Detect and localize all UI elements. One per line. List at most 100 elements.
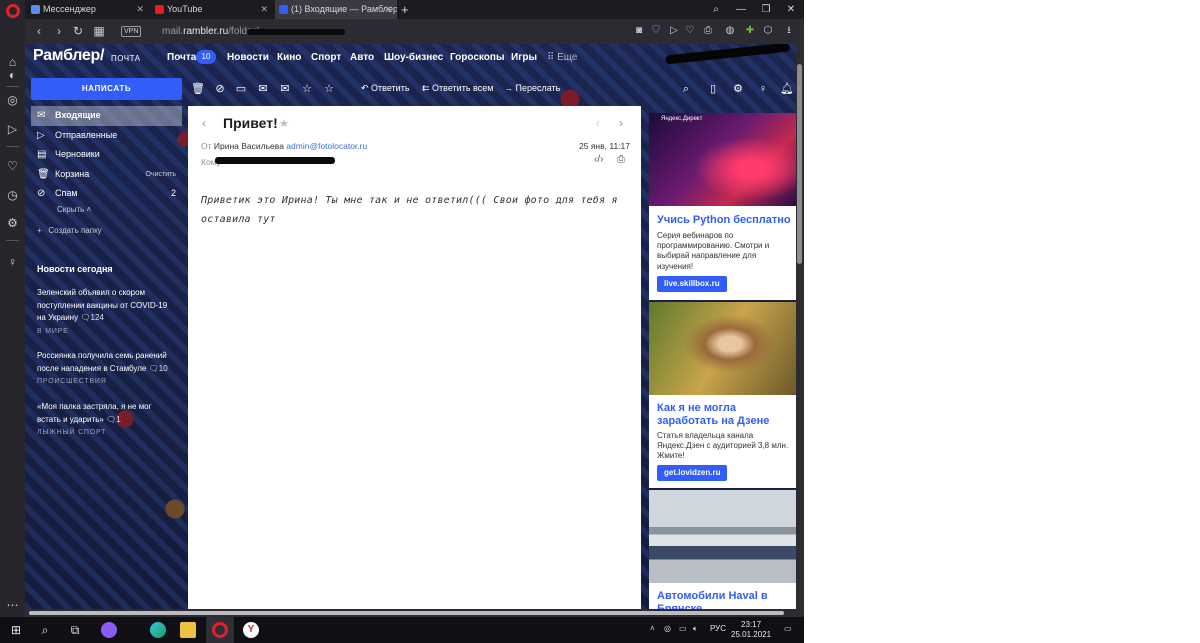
alice-icon[interactable] [101,622,117,638]
nav-auto[interactable]: Авто [350,52,374,63]
folder-drafts[interactable]: ▤ Черновики [31,145,182,165]
mark-read-icon[interactable]: ✉ [256,82,270,96]
reply-all-button[interactable]: ⇇ Ответить всем [422,83,493,94]
back-arrow-icon[interactable]: ‹ [202,116,206,130]
search-icon[interactable]: ⌕ [679,82,693,96]
bulb-icon[interactable]: ♀ [5,255,20,270]
settings-icon[interactable]: ⚙ [5,216,20,231]
compose-button[interactable]: НАПИСАТЬ [31,78,182,100]
shield-icon[interactable]: ⛉ [649,24,663,38]
nav-sport[interactable]: Спорт [311,52,341,63]
reload-icon[interactable]: ↻ [70,19,86,44]
scroll-thumb[interactable] [797,64,802,264]
folder-trash[interactable]: 🗑︎ Корзина Очистить [31,165,182,185]
nav-showbiz[interactable]: Шоу-бизнес [384,52,443,63]
nav-news[interactable]: Новости [227,52,269,63]
star-icon[interactable]: ☆ [300,82,314,96]
news-category[interactable]: ЛЫЖНЫЙ СПОРТ [37,429,106,436]
rambler-logo[interactable]: Рамблер/ [33,47,104,65]
tray-icon[interactable]: ◎ [664,624,671,633]
next-letter-icon[interactable]: › [619,116,623,130]
edge-icon[interactable] [150,622,166,638]
nav-more[interactable]: ⠿ Еще [547,52,577,63]
news-item[interactable]: Зеленский объявил о скором поступлении в… [37,287,175,325]
heart-icon[interactable]: ♡ [683,24,697,38]
nav-mail[interactable]: Почта [167,52,196,63]
sender-name[interactable]: Ирина Васильева [214,141,284,151]
scroll-thumb[interactable] [29,611,784,615]
extensions-icon[interactable]: ⬡ [761,24,775,38]
ad-button[interactable]: live.skillbox.ru [657,276,727,292]
send-icon[interactable]: ▷ [667,24,681,38]
search-icon[interactable]: ⌕ [37,622,53,638]
empty-trash-link[interactable]: Очистить [146,165,176,184]
spam-icon[interactable]: ⊘ [213,82,227,96]
speed-dial-icon[interactable]: ▦ [91,19,107,44]
sender-email[interactable]: admin@fotolocator.ru [286,141,367,151]
vertical-scrollbar[interactable] [796,44,804,609]
nav-games[interactable]: Игры [511,52,537,63]
messenger-icon[interactable]: ◐ [5,68,20,83]
code-icon[interactable]: ‹/› [594,154,603,165]
new-tab-icon[interactable]: + [401,0,409,19]
task-view-icon[interactable]: ⧉ [67,622,83,638]
messenger-side-icon[interactable]: ◎ [5,93,20,108]
tab-mail[interactable]: (1) Входящие — Рамблер/ ✕ [275,0,397,19]
phone-icon[interactable]: ▯ [706,82,720,96]
hint-icon[interactable]: ♀ [756,82,770,96]
create-folder-link[interactable]: + Создать папку [37,226,102,235]
nav-kino[interactable]: Кино [277,52,301,63]
folder-sent[interactable]: ▷ Отправленные [31,126,182,146]
globe-icon[interactable]: ◍ [723,24,737,38]
nav-horoscopes[interactable]: Гороскопы [450,52,505,63]
reply-button[interactable]: ↶ Ответить [361,83,410,94]
notification-center-icon[interactable]: ▭ [784,624,792,633]
ad-title[interactable]: Как я не могла заработать на Дзене [657,402,792,428]
more-dots-icon[interactable]: ⋯ [5,598,20,613]
news-item[interactable]: «Моя палка застряла, я не мог встать и у… [37,401,175,426]
news-item[interactable]: Россиянка получила семь ранений после на… [37,350,175,375]
folder-icon[interactable]: ▭ [234,82,248,96]
close-icon[interactable]: ✕ [384,0,392,19]
windows-start-icon[interactable]: ⊞ [8,622,24,638]
star-icon[interactable]: ★ [279,117,289,130]
news-category[interactable]: ПРОИСШЕСТВИЯ [37,378,107,385]
bookmark-icon[interactable]: ⎙ [701,24,715,38]
history-icon[interactable]: ◷ [5,188,20,203]
news-category[interactable]: В МИРЕ [37,328,69,335]
search-tabs-icon[interactable]: ⌕ [705,0,727,19]
back-icon[interactable]: ‹ [31,19,47,44]
camera-icon[interactable]: ◙ [632,24,646,38]
tab-youtube[interactable]: YouTube ✕ [151,0,273,19]
download-icon[interactable]: ⭳ [782,24,796,38]
mark-unread-icon[interactable]: ✉ [278,82,292,96]
opera-icon[interactable] [212,622,228,638]
chevron-up-icon[interactable]: ˄ [650,624,655,633]
send-icon[interactable]: ▷ [5,122,20,137]
heart-icon[interactable]: ♡ [5,159,20,174]
settings-icon[interactable]: ⚙ [731,82,745,96]
close-window-icon[interactable]: ✕ [780,0,802,19]
yandex-browser-icon[interactable]: Y [243,622,259,638]
clock[interactable]: 23:17 25.01.2021 [731,620,771,640]
restore-icon[interactable]: ❐ [755,0,777,19]
forward-icon[interactable]: › [51,19,67,44]
delete-icon[interactable]: 🗑︎ [191,82,205,96]
close-icon[interactable]: ✕ [260,0,268,19]
volume-icon[interactable]: 🔈︎ [693,624,698,634]
prev-letter-icon[interactable]: ‹ [596,116,600,130]
minimize-icon[interactable]: — [730,0,752,19]
ad-title[interactable]: Учись Python бесплатно [657,214,792,227]
extension-icon[interactable]: ✚ [743,24,757,38]
print-icon[interactable]: ⎙ [617,154,625,165]
explorer-icon[interactable] [180,622,196,638]
folder-spam[interactable]: ⊘ Спам 2 [31,184,182,204]
url-field[interactable]: mail.rambler.ru/folder/ [162,19,259,44]
folder-inbox[interactable]: ✉ Входящие [31,106,182,126]
horizontal-scrollbar[interactable] [25,609,804,617]
notifications-icon[interactable]: 🔔︎ [780,82,794,96]
language-indicator[interactable]: РУС [710,624,726,633]
tab-messenger[interactable]: Мессенджер ✕ [27,0,149,19]
ad-button[interactable]: get.lovidzen.ru [657,465,728,481]
forward-button[interactable]: → Переслать [504,83,560,93]
